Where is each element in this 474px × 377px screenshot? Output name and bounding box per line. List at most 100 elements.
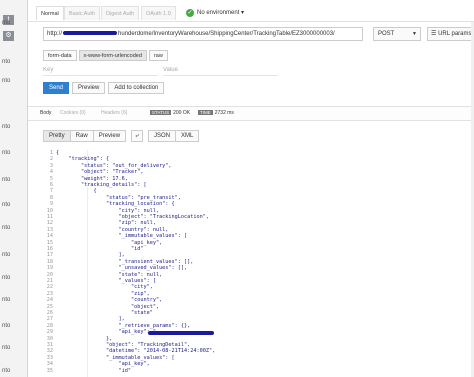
url-prefix: http:// [47, 31, 63, 37]
history-item-label[interactable]: nto [2, 202, 10, 208]
code-text: "object": "Tracker", [56, 169, 144, 176]
code-text: "weight": 17.6, [56, 175, 128, 182]
tab-basic-auth[interactable]: Basic Auth [64, 6, 100, 20]
code-text: "status": "pre_transit", [56, 194, 181, 201]
code-text: "country", [56, 297, 163, 304]
code-text: "tracking": { [56, 156, 110, 163]
xml-button[interactable]: XML [175, 130, 200, 142]
preview-button[interactable]: Preview [72, 82, 106, 94]
history-item-label[interactable]: nto [2, 297, 10, 303]
add-to-collection-button[interactable]: Add to collection [108, 82, 165, 94]
code-text: "_transient_values": [], [56, 258, 194, 265]
tab-body[interactable]: Body [40, 110, 51, 116]
code-text: "api_key": " [56, 329, 156, 336]
code-text: "status": "out_for_delivery", [56, 162, 172, 169]
tab-normal[interactable]: Normal [36, 6, 64, 20]
app-window: t ⚙ nto nto nto nto nto nto nto nto nto nto nto nto… [0, 0, 474, 377]
code-text: "id" [56, 367, 131, 374]
tab-oauth[interactable]: OAuth 1.0 [141, 6, 176, 20]
code-text: "object": "TrackingLocation", [56, 214, 210, 220]
line-number: 35 [46, 367, 53, 374]
method-select[interactable]: POST ▼ [373, 27, 421, 41]
value-input[interactable] [163, 64, 278, 76]
key-input[interactable] [43, 64, 158, 76]
pretty-button[interactable]: Pretty [43, 130, 71, 142]
environment-selector[interactable]: ✓ No environment ▾ [186, 9, 244, 17]
preview-view-button[interactable]: Preview [92, 130, 127, 142]
code-text: "state": null, [56, 271, 163, 278]
url-suffix: hunderdome/InventoryWarehouse/ShippingCe… [118, 31, 335, 37]
body-type-selector: form-data x-www-form-urlencoded raw [43, 50, 170, 61]
code-text: "id" [56, 246, 144, 252]
url-params-button[interactable]: ☰ URL params [427, 27, 474, 41]
tab-headers[interactable]: Headers (6) [101, 110, 127, 116]
response-tabs-bar: Body Cookies (0) Headers (6) STATUS 200 O… [28, 106, 474, 121]
history-item-label[interactable]: nto [2, 225, 10, 231]
history-item-label[interactable]: nto [2, 177, 10, 183]
code-text: "object", [56, 303, 160, 310]
status-badge: STATUS 200 OK [150, 110, 190, 116]
code-text: "country": null, [56, 226, 169, 233]
history-item-label[interactable]: nto [2, 252, 10, 258]
history-item-label[interactable]: nto [2, 59, 10, 65]
code-text: { [56, 150, 60, 156]
redaction-mark [148, 330, 214, 335]
code-text: "city": null, [56, 207, 160, 214]
send-button[interactable]: Send [43, 82, 70, 94]
code-text: }, [56, 335, 113, 342]
history-item-label[interactable]: nto [2, 150, 10, 156]
time-label: TIME [198, 110, 213, 115]
action-buttons: Send Preview Add to collection [43, 82, 167, 94]
tab-cookies[interactable]: Cookies (0) [60, 110, 86, 116]
code-text: "_retrieve_params": {}, [56, 322, 191, 329]
chevron-down-icon: ▼ [412, 31, 417, 37]
code-text: "city", [56, 284, 153, 291]
code-text: "_values": [ [56, 278, 156, 284]
json-button[interactable]: JSON [148, 130, 177, 142]
raw-view-button[interactable]: Raw [69, 130, 94, 142]
code-text: "tracking_location": { [56, 201, 175, 208]
code-text: "tracking_details": [ [56, 182, 147, 188]
history-item-label[interactable]: nto [2, 345, 10, 351]
code-text: { [56, 188, 97, 195]
history-item-label[interactable]: nto [2, 323, 10, 329]
raw-button[interactable]: raw [148, 50, 168, 61]
code-line: 35 "id" [43, 368, 474, 375]
code-text: ], [56, 252, 125, 259]
redaction-mark [63, 31, 118, 36]
list-icon: ☰ [431, 31, 437, 37]
urlencoded-button[interactable]: x-www-form-urlencoded [78, 50, 147, 61]
code-text: "_unsaved_values": [], [56, 265, 188, 272]
history-item-label[interactable]: nto [2, 20, 10, 26]
history-item-label[interactable]: nto [2, 275, 10, 281]
key-value-row [43, 64, 343, 76]
code-text: "api_key", [56, 239, 163, 246]
time-value: 2732 ms [214, 110, 234, 116]
history-item-label[interactable]: nto [2, 368, 10, 374]
response-body[interactable]: 1{2 "tracking": {3 "status": "out_for_de… [43, 150, 474, 377]
status-label: STATUS [150, 110, 172, 115]
code-text: "object": "TrackingDetail", [56, 342, 191, 348]
code-text: "_immutable_values": [ [56, 233, 188, 240]
form-data-button[interactable]: form-data [43, 50, 77, 61]
settings-icon[interactable]: ⚙ [3, 31, 14, 41]
url-row: http:// hunderdome/InventoryWarehouse/Shi… [43, 27, 474, 41]
time-badge: TIME 2732 ms [198, 110, 234, 116]
tab-digest-auth[interactable]: Digest Auth [101, 6, 140, 20]
code-text: "_immutable_values": [ [56, 354, 175, 361]
main-panel: Normal Basic Auth Digest Auth OAuth 1.0 … [28, 0, 474, 377]
code-text: "zip", [56, 290, 150, 297]
history-item-label[interactable]: nto [2, 124, 10, 130]
view-mode-buttons: Pretty Raw Preview ⤶ JSON XML [43, 130, 200, 142]
code-text: "datetime": "2014-08-21T14:24:00Z", [56, 348, 216, 355]
check-icon: ✓ [186, 9, 194, 17]
url-input[interactable]: http:// hunderdome/InventoryWarehouse/Shi… [43, 27, 363, 41]
url-params-label: URL params [438, 31, 472, 37]
code-text: ], [56, 316, 125, 323]
method-label: POST [378, 31, 395, 37]
wrap-icon[interactable]: ⤶ [131, 130, 144, 142]
environment-label: No environment [197, 10, 240, 16]
status-value: 200 OK [173, 110, 191, 116]
history-item-label[interactable]: nto [2, 78, 10, 84]
code-text: "state" [56, 310, 153, 316]
